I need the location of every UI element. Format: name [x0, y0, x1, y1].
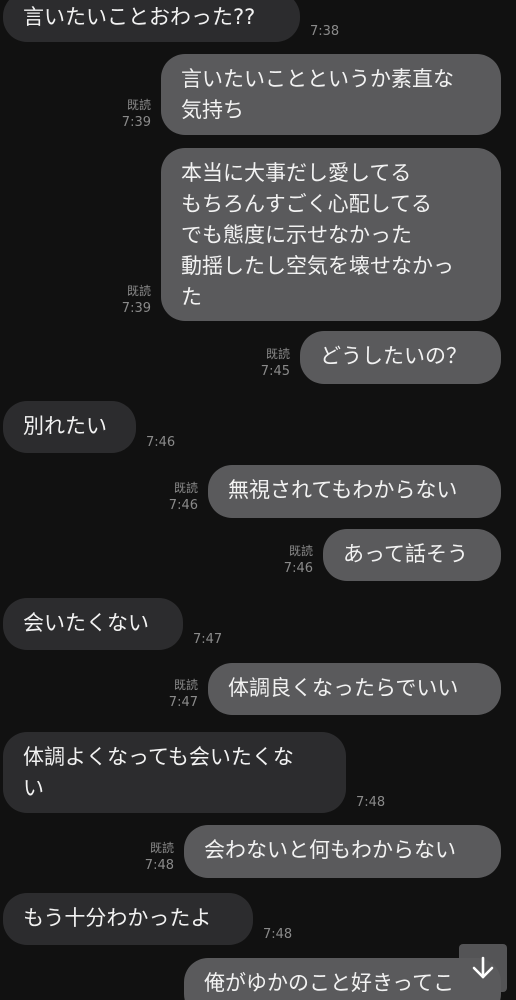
sent-message-bubble[interactable]: 体調良くなったらでいい	[208, 663, 501, 715]
read-receipt: 既読	[173, 481, 198, 495]
message-meta: 既読 7:45	[261, 346, 290, 380]
message-time: 7:39	[121, 115, 151, 130]
sent-message-bubble[interactable]: 会わないと何もわからない	[184, 825, 501, 878]
scroll-to-bottom-button[interactable]	[459, 944, 507, 992]
message-time: 7:39	[121, 301, 151, 316]
message-meta: 7:47	[193, 631, 222, 648]
read-receipt: 既読	[265, 347, 290, 361]
received-message-bubble[interactable]: 体調よくなっても会いたくな い	[3, 732, 346, 813]
message-time: 7:48	[144, 858, 174, 873]
sent-message-bubble[interactable]: どうしたいの？	[300, 331, 501, 384]
message-time: 7:46	[283, 561, 313, 576]
message-time: 7:48	[263, 927, 293, 942]
message-time: 7:38	[310, 24, 340, 39]
read-receipt: 既読	[288, 544, 313, 558]
received-message-bubble[interactable]: 別れたい	[3, 401, 136, 453]
received-message-bubble[interactable]: 言いたいことおわった??	[3, 0, 300, 42]
message-time: 7:48	[356, 795, 386, 810]
message-time: 7:46	[146, 435, 176, 450]
sent-message-bubble[interactable]: あって話そう	[323, 529, 501, 581]
sent-message-bubble[interactable]: 無視されてもわからない	[208, 465, 501, 518]
read-receipt: 既読	[126, 98, 151, 112]
message-time: 7:46	[168, 498, 198, 513]
sent-message-bubble[interactable]: 俺がゆかのこと好きってこ	[184, 958, 501, 1000]
message-meta: 7:46	[146, 434, 175, 451]
message-meta: 7:38	[310, 23, 339, 40]
message-time: 7:45	[260, 364, 290, 379]
message-meta: 7:48	[356, 794, 385, 811]
message-meta: 既読 7:47	[169, 677, 198, 711]
message-meta: 既読 7:46	[284, 543, 313, 577]
received-message-bubble[interactable]: 会いたくない	[3, 598, 183, 650]
message-meta: 7:48	[263, 926, 292, 943]
message-meta: 既読 7:48	[145, 840, 174, 874]
message-time: 7:47	[168, 695, 198, 710]
sent-message-bubble[interactable]: 言いたいことというか素直な 気持ち	[161, 54, 501, 135]
message-meta: 既読 7:39	[122, 283, 151, 317]
read-receipt: 既読	[149, 841, 174, 855]
read-receipt: 既読	[126, 284, 151, 298]
message-time: 7:47	[193, 632, 223, 647]
arrow-down-icon	[472, 956, 494, 979]
message-meta: 既読 7:39	[122, 97, 151, 131]
sent-message-bubble[interactable]: 本当に大事だし愛してる もちろんすごく心配してる でも態度に示せなかった 動揺し…	[161, 148, 501, 321]
message-meta: 既読 7:46	[169, 480, 198, 514]
received-message-bubble[interactable]: もう十分わかったよ	[3, 893, 253, 945]
chat-view[interactable]: 言いたいことおわった?? 7:38 言いたいことというか素直な 気持ち 既読 7:39 本…	[0, 0, 516, 1000]
read-receipt: 既読	[173, 678, 198, 692]
